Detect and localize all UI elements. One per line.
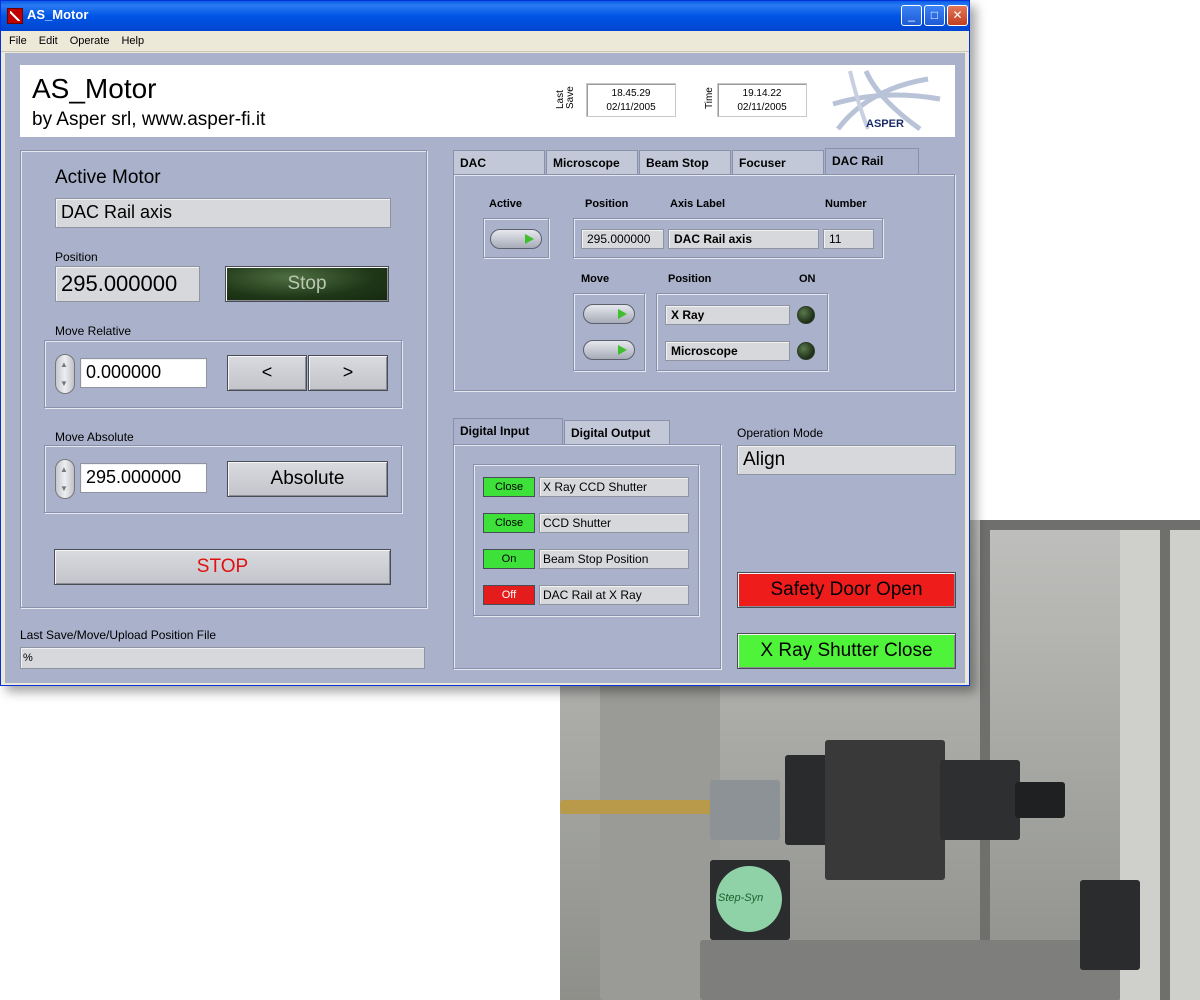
time-date: 02/11/2005 [737, 102, 787, 113]
axis-label-header: Axis Label [670, 198, 726, 210]
preset-position-header: Position [668, 273, 712, 285]
move-absolute-label: Move Absolute [55, 430, 134, 444]
last-file-label: Last Save/Move/Upload Position File [20, 628, 217, 642]
move-right-button[interactable]: > [308, 355, 388, 391]
move-left-button[interactable]: < [227, 355, 307, 391]
tab-focuser[interactable]: Focuser [732, 150, 824, 174]
menu-operate[interactable]: Operate [62, 32, 114, 47]
menu-edit[interactable]: Edit [31, 32, 62, 47]
photo-lens [1015, 782, 1065, 818]
app-icon [7, 8, 23, 24]
close-button[interactable]: ✕ [947, 5, 968, 26]
operation-mode-field: Align [737, 445, 956, 475]
window-title: AS_Motor [27, 7, 89, 22]
preset-microscope: Microscope [665, 341, 790, 361]
menu-file[interactable]: File [1, 32, 31, 47]
move-relative-stepper[interactable] [55, 354, 75, 394]
last-file-field: % [20, 647, 425, 669]
tab-microscope[interactable]: Microscope [546, 150, 638, 174]
photo-stepper-motor: Step-Syn [710, 860, 790, 940]
photo-motor-label: Step-Syn [718, 892, 764, 904]
on-header: ON [799, 273, 816, 285]
xray-shutter-indicator: X Ray Shutter Close [737, 633, 956, 669]
last-save-box: 18.45.29 02/11/2005 [586, 83, 676, 117]
last-save-time: 18.45.29 [611, 88, 651, 99]
stop-all-button[interactable]: STOP [54, 549, 391, 585]
move-xray-button[interactable] [583, 304, 635, 324]
dac-rail-position-field: 295.000000 [581, 229, 664, 249]
last-save-label: Last Save [555, 86, 576, 109]
tab-digital-input[interactable]: Digital Input [453, 418, 563, 445]
axis-number-field: 11 [823, 229, 874, 249]
position-label: Position [55, 250, 98, 264]
di-dac-rail-label: DAC Rail at X Ray [539, 585, 689, 605]
tab-dac-rail[interactable]: DAC Rail [825, 148, 919, 175]
safety-door-indicator: Safety Door Open [737, 572, 956, 608]
absolute-button[interactable]: Absolute [227, 461, 388, 497]
move-absolute-stepper[interactable] [55, 459, 75, 499]
time-box: 19.14.22 02/11/2005 [717, 83, 807, 117]
move-microscope-button[interactable] [583, 340, 635, 360]
menu-bar: File Edit Operate Help [1, 31, 969, 52]
photo-frame-right [1160, 520, 1170, 1000]
stop-button[interactable]: Stop [225, 266, 389, 302]
operation-mode-label: Operation Mode [737, 426, 824, 440]
move-relative-input[interactable]: 0.000000 [80, 358, 207, 388]
position-display: 295.000000 [55, 266, 200, 302]
di-ccd-state: Close [483, 513, 535, 533]
time-time: 19.14.22 [742, 88, 782, 99]
active-motor-label: Active Motor [55, 167, 161, 188]
move-header: Move [581, 273, 610, 285]
move-absolute-input[interactable]: 295.000000 [80, 463, 207, 493]
maximize-button[interactable]: □ [924, 5, 945, 26]
photo-frame-top [980, 520, 1200, 530]
time-label: Time [704, 87, 715, 109]
app-title: AS_Motor [32, 73, 157, 104]
axis-label-field: DAC Rail axis [668, 229, 819, 249]
minimize-button[interactable]: _ [901, 5, 922, 26]
microscope-on-led [797, 342, 815, 360]
active-motor-field: DAC Rail axis [55, 198, 391, 228]
di-ccd-label: CCD Shutter [539, 513, 689, 533]
tab-beam-stop[interactable]: Beam Stop [639, 150, 731, 174]
active-toggle[interactable] [490, 229, 542, 249]
position-header: Position [585, 198, 629, 210]
di-xray-ccd-label: X Ray CCD Shutter [539, 477, 689, 497]
photo-motor-right [1080, 880, 1140, 970]
active-header: Active [489, 198, 523, 210]
di-dac-rail-state: Off [483, 585, 535, 605]
front-panel: AS_Motor by Asper srl, www.asper-fi.it L… [5, 53, 965, 683]
main-window: AS_Motor _ □ ✕ File Edit Operate Help AS_Mo… [0, 0, 970, 686]
xray-on-led [797, 306, 815, 324]
last-save-date: 02/11/2005 [606, 102, 656, 113]
logo-text: ASPER [866, 118, 904, 130]
preset-xray: X Ray [665, 305, 790, 325]
app-subtitle: by Asper srl, www.asper-fi.it [32, 109, 266, 130]
tab-digital-output[interactable]: Digital Output [564, 420, 670, 444]
photo-stage-right [940, 760, 1020, 840]
asper-logo: ASPER [832, 69, 941, 132]
move-relative-label: Move Relative [55, 324, 132, 338]
tab-dac[interactable]: DAC [453, 150, 545, 174]
menu-help[interactable]: Help [113, 32, 148, 47]
di-xray-ccd-state: Close [483, 477, 535, 497]
photo-clamp [710, 780, 780, 840]
number-header: Number [825, 198, 867, 210]
di-beam-stop-label: Beam Stop Position [539, 549, 689, 569]
photo-table [700, 940, 1120, 1000]
photo-xy-stage [825, 740, 945, 880]
header: AS_Motor by Asper srl, www.asper-fi.it L… [20, 65, 955, 137]
di-beam-stop-state: On [483, 549, 535, 569]
title-bar[interactable]: AS_Motor _ □ ✕ [1, 1, 969, 31]
